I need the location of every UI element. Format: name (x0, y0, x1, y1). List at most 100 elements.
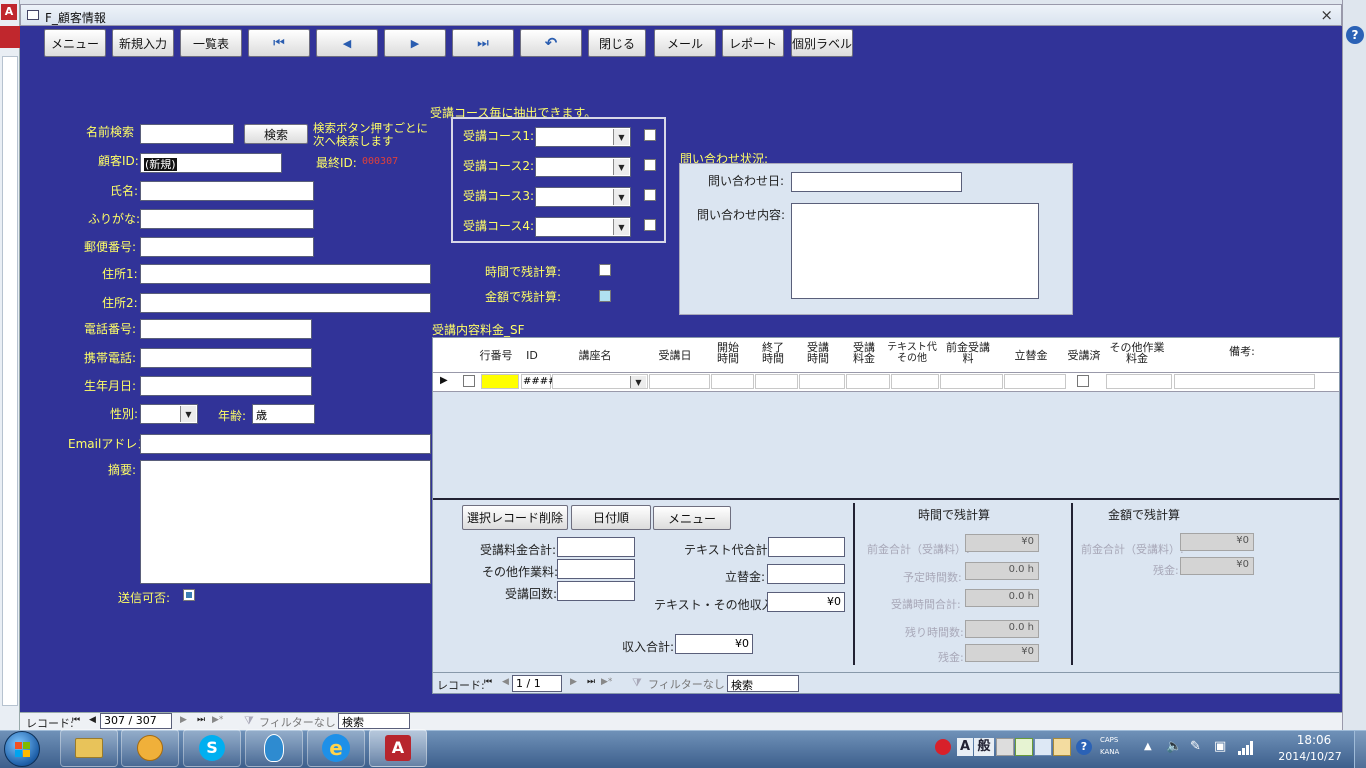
help-icon[interactable]: ? (1346, 26, 1364, 44)
next-record-button[interactable]: ▶ (384, 29, 446, 57)
birthday-field[interactable] (140, 376, 312, 396)
subform-filter-icon[interactable]: ⧩ (632, 676, 642, 690)
subform-search-input[interactable]: 検索 (727, 675, 799, 692)
main-position-field[interactable]: 307 / 307 (100, 713, 172, 729)
end-cell[interactable] (755, 374, 798, 389)
text-other-income-field[interactable]: ¥0 (767, 592, 845, 612)
ime-help-icon[interactable]: ? (1076, 739, 1092, 755)
subform-next-icon[interactable]: ▶ (570, 677, 577, 687)
device-icon[interactable]: ▣ (1214, 739, 1226, 754)
start-button[interactable] (4, 731, 40, 767)
furigana-field[interactable] (140, 209, 314, 229)
course1-select[interactable]: ▼ (535, 127, 631, 147)
note-cell[interactable] (1174, 374, 1315, 389)
count-field[interactable] (557, 581, 635, 601)
email-field[interactable] (140, 434, 431, 454)
course2-select[interactable]: ▼ (535, 157, 631, 177)
main-new-icon[interactable]: ▶* (212, 715, 223, 725)
skype-taskbar-icon[interactable]: S (183, 729, 241, 767)
ime-tool-icon-3[interactable] (1034, 738, 1052, 756)
advance-pay-cell[interactable] (1004, 374, 1066, 389)
ime-tool-icon-4[interactable] (1053, 738, 1071, 756)
subform-filter-label[interactable]: フィルターなし (648, 676, 725, 692)
mobile-field[interactable] (140, 348, 312, 368)
main-first-icon[interactable]: ⏮ (72, 715, 80, 725)
first-record-button[interactable]: ⏮ (248, 29, 310, 57)
row-id-cell[interactable]: #### (521, 374, 557, 389)
address2-field[interactable] (140, 293, 431, 313)
fee-cell[interactable] (846, 374, 890, 389)
send-ok-checkbox[interactable] (183, 589, 195, 601)
main-prev-icon[interactable]: ◀ (89, 715, 96, 725)
course4-checkbox[interactable] (644, 219, 656, 231)
chevron-down-icon[interactable]: ▼ (613, 129, 629, 145)
access-app-icon[interactable]: A (1, 4, 17, 20)
report-button[interactable]: レポート (722, 29, 784, 57)
chevron-down-icon[interactable]: ▼ (613, 219, 629, 235)
date-cell[interactable] (649, 374, 710, 389)
advance-pay-total-field[interactable] (767, 564, 845, 584)
search-button[interactable]: 検索 (244, 124, 308, 144)
prev-record-button[interactable]: ◀ (316, 29, 378, 57)
clock-date[interactable]: 2014/10/27 (1272, 750, 1348, 763)
row-select-checkbox[interactable] (463, 375, 475, 387)
other-fee-field[interactable] (557, 559, 635, 579)
inquiry-date-field[interactable] (791, 172, 962, 192)
subform-menu-button[interactable]: メニュー (653, 506, 731, 530)
chevron-down-icon[interactable]: ▼ (630, 376, 646, 388)
text-total-field[interactable] (768, 537, 845, 557)
course2-checkbox[interactable] (644, 159, 656, 171)
ime-a-indicator[interactable]: A (957, 738, 973, 756)
tray-app-icon-red[interactable] (935, 739, 951, 755)
gender-select[interactable]: ▼ (140, 404, 198, 424)
smiley-app-taskbar-icon[interactable] (121, 729, 179, 767)
clock-time[interactable]: 18:06 (1284, 733, 1344, 747)
pen-tool-icon[interactable]: ✎ (1190, 739, 1201, 754)
date-order-button[interactable]: 日付順 (571, 505, 651, 530)
menu-button[interactable]: メニュー (44, 29, 106, 57)
postal-field[interactable] (140, 237, 314, 257)
subform-position-field[interactable]: 1 / 1 (512, 675, 562, 692)
advance-cell[interactable] (940, 374, 1003, 389)
age-field[interactable]: 歳 (252, 404, 315, 424)
list-button[interactable]: 一覧表 (180, 29, 242, 57)
fee-total-field[interactable] (557, 537, 635, 557)
main-next-icon[interactable]: ▶ (180, 715, 187, 725)
customer-id-field[interactable]: (新規) (140, 153, 282, 173)
explorer-taskbar-icon[interactable] (60, 729, 118, 767)
chevron-down-icon[interactable]: ▼ (180, 406, 196, 422)
subform-prev-icon[interactable]: ◀ (502, 677, 509, 687)
volume-icon[interactable]: 🔈 (1166, 739, 1182, 754)
course-name-cell[interactable]: ▼ (552, 374, 648, 389)
course3-select[interactable]: ▼ (535, 187, 631, 207)
feather-app-taskbar-icon[interactable] (245, 729, 303, 767)
last-record-button[interactable]: ⏭ (452, 29, 514, 57)
delete-record-button[interactable]: 選択レコード削除 (462, 505, 568, 530)
subform-last-icon[interactable]: ⏭ (587, 677, 595, 687)
ime-tool-icon-1[interactable] (996, 738, 1014, 756)
row-no-cell[interactable] (481, 374, 519, 389)
access-taskbar-icon[interactable]: A (369, 729, 427, 767)
duration-cell[interactable] (799, 374, 845, 389)
close-button[interactable]: 閉じる (588, 29, 646, 57)
tray-expand-icon[interactable]: ▲ (1144, 741, 1152, 752)
undo-button[interactable]: ↶ (520, 29, 582, 57)
record-selector-icon[interactable]: ▶ (440, 375, 448, 386)
name-search-input[interactable] (140, 124, 234, 144)
course3-checkbox[interactable] (644, 189, 656, 201)
name-field[interactable] (140, 181, 314, 201)
ime-mode-indicator[interactable]: 般 (974, 738, 994, 756)
new-entry-button[interactable]: 新規入力 (112, 29, 174, 57)
subform-new-icon[interactable]: ▶* (601, 677, 612, 687)
show-desktop-button[interactable] (1354, 731, 1366, 768)
amount-calc-checkbox[interactable] (599, 290, 611, 302)
done-checkbox[interactable] (1077, 375, 1089, 387)
chevron-down-icon[interactable]: ▼ (613, 159, 629, 175)
memo-field[interactable] (140, 460, 431, 584)
text-cell[interactable] (891, 374, 939, 389)
phone-field[interactable] (140, 319, 312, 339)
subform-first-icon[interactable]: ⏮ (484, 677, 492, 687)
network-signal-icon[interactable] (1238, 740, 1254, 755)
main-filter-icon[interactable]: ⧩ (244, 714, 254, 728)
time-calc-checkbox[interactable] (599, 264, 611, 276)
